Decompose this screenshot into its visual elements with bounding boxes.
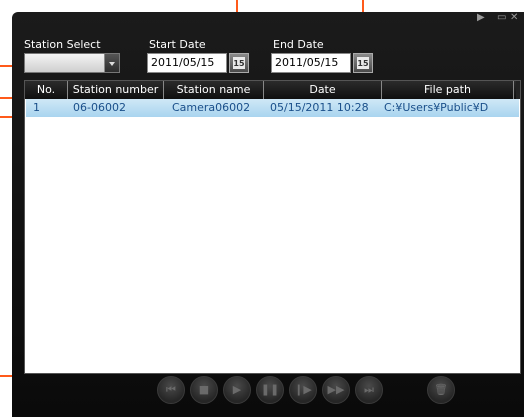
window-play-icon[interactable]: ▶ xyxy=(477,12,485,23)
table-header: No. Station number Station name Date Fil… xyxy=(25,81,520,99)
station-select-label: Station Select xyxy=(24,38,101,51)
table-scrollbar[interactable] xyxy=(516,81,520,99)
cell-no: 1 xyxy=(33,101,40,114)
start-date-field[interactable]: 2011/05/15 xyxy=(147,53,227,73)
end-date-calendar-button[interactable]: 15 xyxy=(353,53,373,73)
chevron-down-icon[interactable] xyxy=(104,54,119,72)
app-window: ▶ ▭ ✕ Station Select Start Date End Date… xyxy=(12,12,524,417)
skip-end-icon[interactable]: ⏭ xyxy=(355,376,383,404)
stop-icon[interactable]: ■ xyxy=(190,376,218,404)
results-table: No. Station number Station name Date Fil… xyxy=(24,80,521,374)
column-header-station-number[interactable]: Station number xyxy=(68,81,164,99)
trash-icon[interactable]: 🗑 xyxy=(427,376,455,404)
calendar-icon: 15 xyxy=(233,57,245,69)
column-header-no[interactable]: No. xyxy=(25,81,68,99)
pause-icon[interactable]: ❚❚ xyxy=(256,376,284,404)
cell-date: 05/15/2011 10:28 xyxy=(270,101,369,114)
calendar-icon: 15 xyxy=(357,57,369,69)
column-header-station-name[interactable]: Station name xyxy=(164,81,264,99)
window-minimize-icon[interactable]: ▭ xyxy=(497,12,506,23)
column-header-file-path[interactable]: File path xyxy=(382,81,514,99)
cell-file-path: C:¥Users¥Public¥D xyxy=(384,101,489,114)
end-date-label: End Date xyxy=(273,38,324,51)
step-forward-icon[interactable]: ❙▶ xyxy=(289,376,317,404)
window-close-icon[interactable]: ✕ xyxy=(510,12,518,23)
play-icon[interactable]: ▶ xyxy=(223,376,251,404)
station-select-dropdown[interactable] xyxy=(24,53,120,73)
cell-station-name: Camera06002 xyxy=(172,101,251,114)
table-row[interactable]: 1 06-06002 Camera06002 05/15/2011 10:28 … xyxy=(26,99,519,117)
start-date-calendar-button[interactable]: 15 xyxy=(229,53,249,73)
start-date-label: Start Date xyxy=(149,38,206,51)
skip-back-icon[interactable]: ⏮ xyxy=(157,376,185,404)
fast-forward-icon[interactable]: ▶▶ xyxy=(322,376,350,404)
cell-station-number: 06-06002 xyxy=(73,101,126,114)
column-header-date[interactable]: Date xyxy=(264,81,382,99)
end-date-field[interactable]: 2011/05/15 xyxy=(271,53,351,73)
playback-controls: ⏮ ■ ▶ ❚❚ ❙▶ ▶▶ ⏭ 🗑 xyxy=(157,376,457,406)
